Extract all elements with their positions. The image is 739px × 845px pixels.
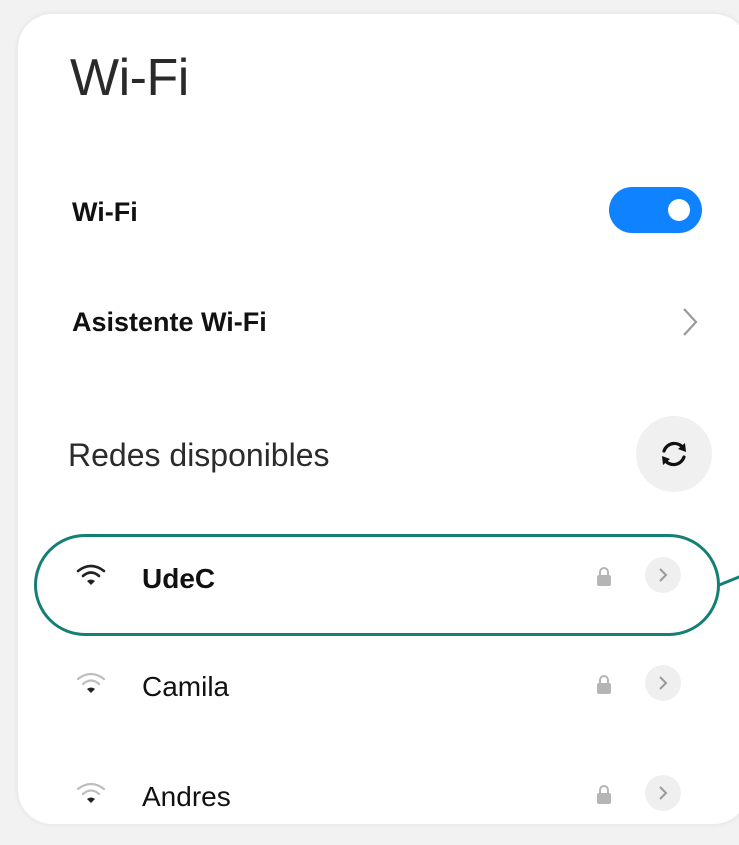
toggle-knob	[668, 199, 690, 221]
wifi-signal-icon	[76, 564, 106, 585]
network-row-andres[interactable]: Andres	[60, 763, 720, 833]
chevron-right-icon	[659, 568, 668, 582]
chevron-right-icon	[659, 786, 668, 800]
page-title: Wi-Fi	[70, 49, 189, 107]
network-name: Camila	[142, 671, 230, 702]
network-row-udec[interactable]: UdeC	[60, 545, 720, 615]
lock-icon	[597, 785, 611, 804]
refresh-button[interactable]	[636, 416, 712, 492]
wifi-signal-icon	[76, 782, 106, 803]
available-networks-title: Redes disponibles	[68, 437, 330, 473]
network-details-button[interactable]	[645, 665, 681, 701]
refresh-icon	[662, 441, 686, 467]
lock-icon	[597, 675, 611, 694]
wifi-signal-icon	[76, 672, 106, 693]
wifi-toggle-label: Wi-Fi	[72, 197, 138, 227]
network-details-button[interactable]	[645, 775, 681, 811]
wifi-assistant-label[interactable]: Asistente Wi-Fi	[72, 307, 267, 338]
lock-icon	[597, 567, 611, 586]
network-name: UdeC	[142, 563, 216, 594]
chevron-right-icon[interactable]	[680, 305, 700, 339]
chevron-right-icon	[659, 676, 668, 690]
wifi-toggle[interactable]	[609, 187, 702, 233]
network-details-button[interactable]	[645, 557, 681, 593]
network-name: Andres	[142, 781, 231, 812]
network-row-camila[interactable]: Camila	[60, 653, 720, 723]
